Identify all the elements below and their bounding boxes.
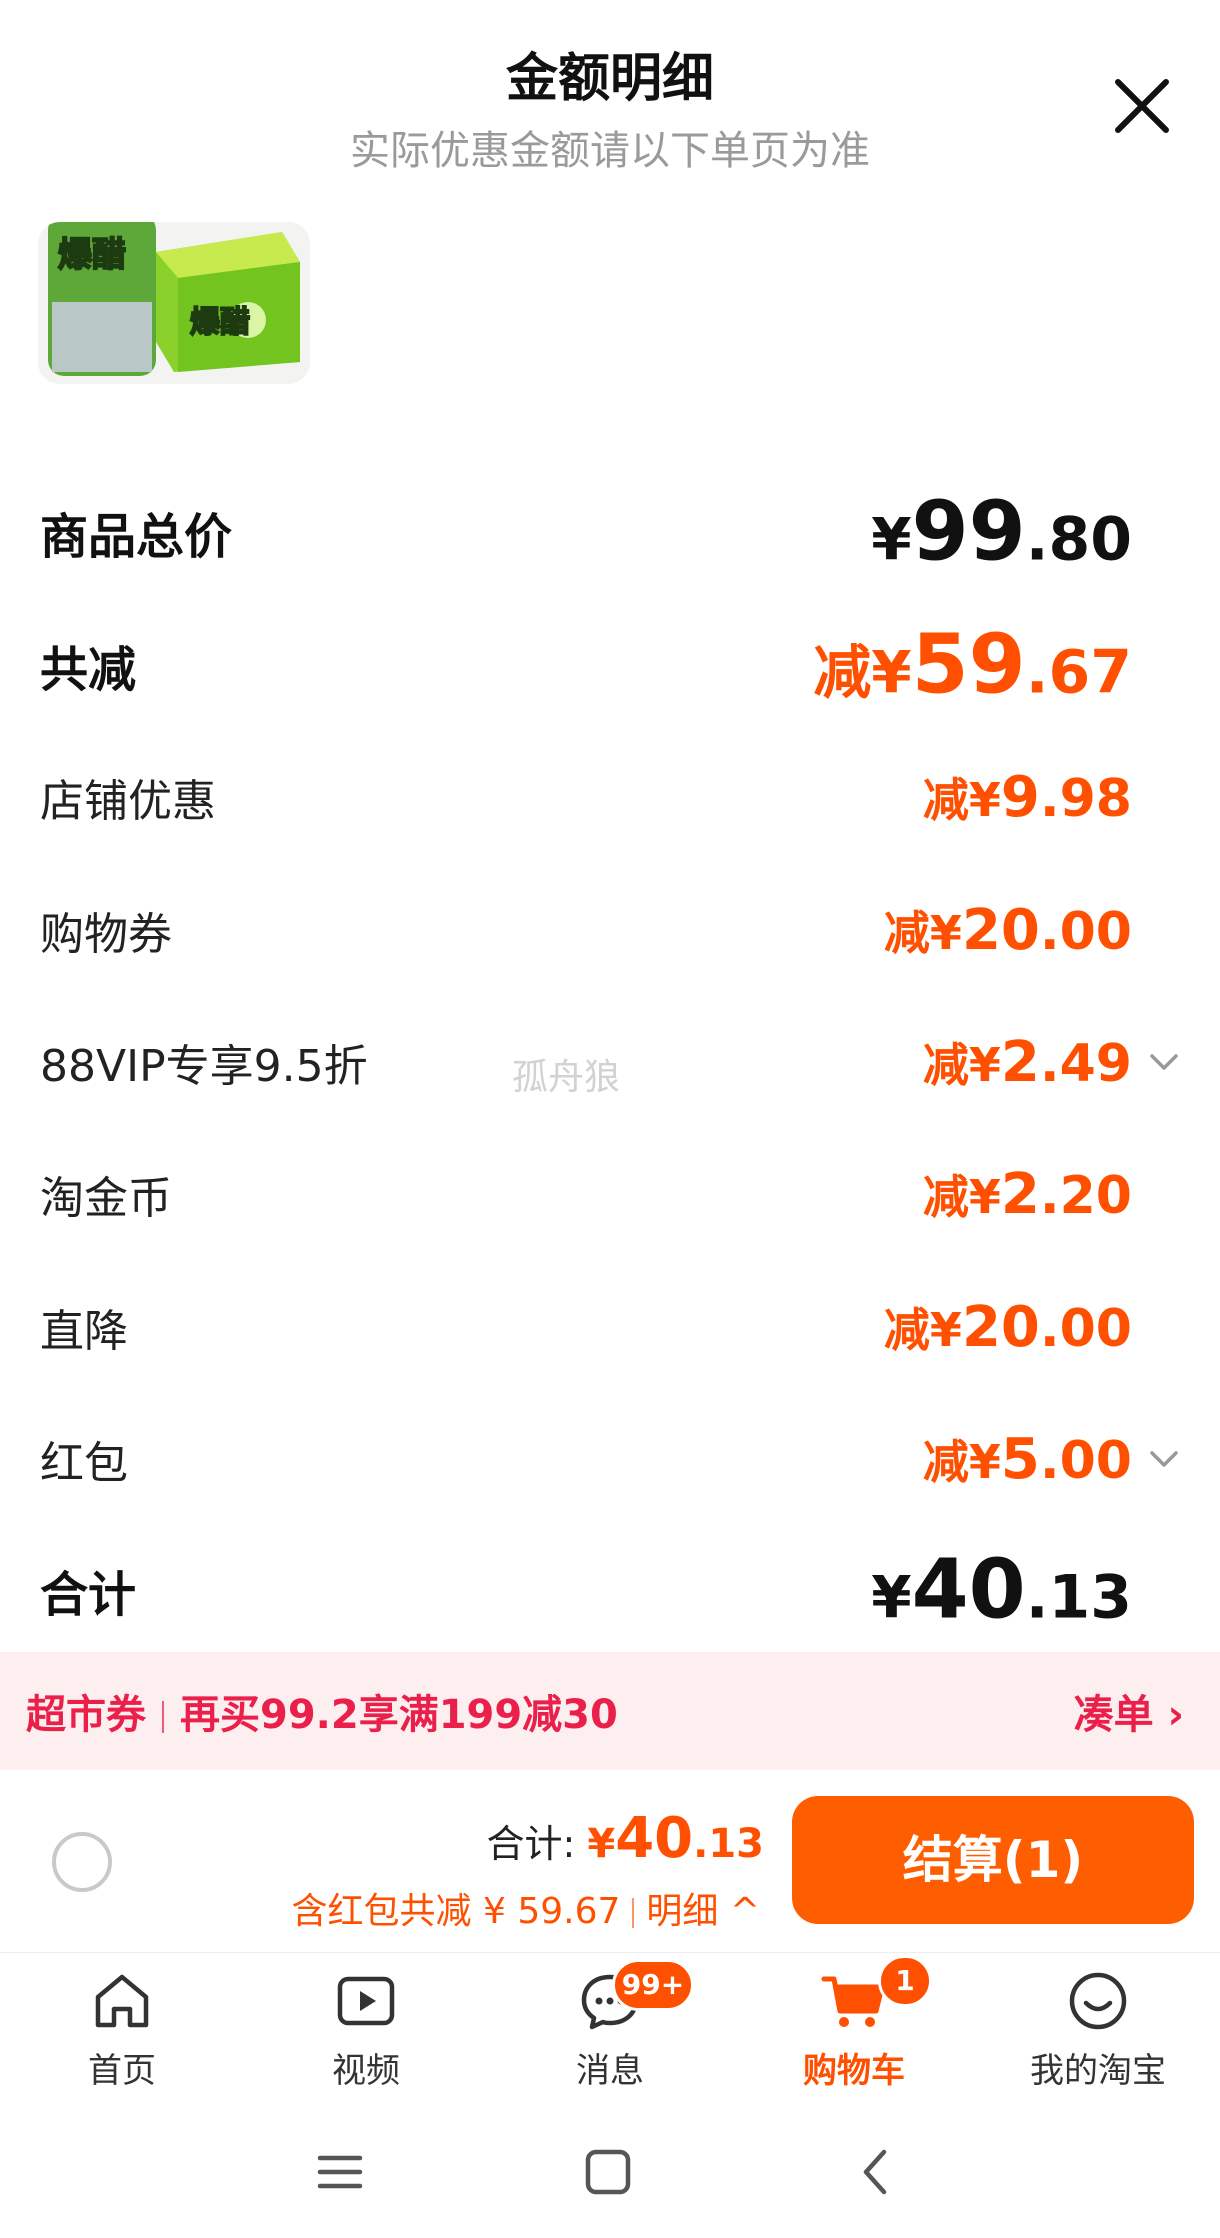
discount-label: 直降 (40, 1306, 128, 1357)
total-discount-amount: 减¥59.67 (813, 617, 1132, 713)
goods-total-label: 商品总价 (40, 509, 233, 565)
cart-badge: 1 (878, 1955, 932, 2007)
box-label-text: 爆醋 (190, 305, 250, 340)
promo-description: 再买99.2享满199减30 (180, 1692, 618, 1738)
chevron-down-icon[interactable] (1146, 1044, 1182, 1080)
tab-cart[interactable]: 1 购物车 (732, 1953, 976, 2101)
tab-label: 首页 (88, 2051, 156, 2091)
promo-text: 超市券 再买99.2享满199减30 (26, 1682, 618, 1740)
discount-amount: 减¥20.00 (883, 1295, 1132, 1360)
profile-icon (1069, 1972, 1127, 2030)
discount-amount: 减¥5.00 (922, 1427, 1132, 1492)
discount-label: 淘金币 (40, 1173, 172, 1224)
bottle-label-text: 爆醋 (58, 235, 126, 275)
select-all-checkbox[interactable] (52, 1832, 112, 1892)
video-icon (337, 1976, 395, 2026)
sheet-subtitle: 实际优惠金额请以下单页为准 (350, 128, 870, 174)
discount-label: 88VIP专享9.5折 (40, 1041, 368, 1092)
grand-total-label: 合计 (40, 1567, 137, 1623)
discount-amount: 减¥2.20 (922, 1162, 1132, 1227)
grand-total-row: 合计 ¥40.13 (0, 1535, 1220, 1645)
discount-label: 店铺优惠 (40, 776, 216, 827)
total-discount-label: 共减 (40, 642, 137, 698)
home-square-icon[interactable] (578, 2142, 638, 2202)
tab-video[interactable]: 视频 (244, 1953, 488, 2101)
tab-messages[interactable]: 99+ 消息 (488, 1953, 732, 2101)
total-discount-row: 共减 减¥59.67 (0, 610, 1220, 720)
goods-total-amount: ¥99.80 (871, 484, 1132, 580)
discount-row-shop: 店铺优惠 减¥9.98 (0, 742, 1220, 852)
discount-row-taojinbi: 淘金币 减¥2.20 (0, 1139, 1220, 1249)
promo-divider (162, 1701, 164, 1733)
checkout-discount-summary: 含红包共减 ¥ 59.67 明细 ^ (292, 1882, 760, 1934)
discount-amount: 减¥2.49 (922, 1030, 1132, 1095)
bottom-tab-bar: 首页 视频 99+ 消息 1 购物车 我的淘宝 (0, 1952, 1220, 2101)
checkout-button[interactable]: 结算(1) (792, 1796, 1194, 1924)
discount-label: 红包 (40, 1438, 128, 1489)
grand-total-amount: ¥40.13 (871, 1542, 1132, 1638)
close-button[interactable] (1108, 72, 1176, 140)
tab-label: 消息 (576, 2051, 644, 2091)
messages-badge: 99+ (612, 1959, 694, 2011)
goods-total-row: 商品总价 ¥99.80 (0, 477, 1220, 587)
discount-row-direct: 直降 减¥20.00 (0, 1272, 1220, 1382)
discount-amount: 减¥20.00 (883, 898, 1132, 963)
checkout-total-label: 合计: (486, 1822, 576, 1866)
divider (632, 1898, 635, 1928)
home-icon (95, 1974, 149, 2028)
discount-amount: 减¥9.98 (922, 765, 1132, 830)
menu-icon[interactable] (310, 2142, 370, 2202)
watermark-text: 孤舟狼 (512, 1057, 621, 1098)
promo-tag: 超市券 (26, 1692, 146, 1738)
soda-box-image: 爆醋 爆醋 (38, 222, 310, 384)
tab-label: 我的淘宝 (1030, 2051, 1166, 2091)
tab-home[interactable]: 首页 (0, 1953, 244, 2101)
detail-toggle-link[interactable]: 明细 ^ (646, 1891, 760, 1932)
tab-label: 购物车 (803, 2051, 905, 2091)
checkout-total: 合计: ¥40.13 (486, 1806, 764, 1871)
checkout-bar: 合计: ¥40.13 含红包共减 ¥ 59.67 明细 ^ 结算(1) (0, 1770, 1220, 1952)
discount-row-redpacket[interactable]: 红包 减¥5.00 (0, 1404, 1220, 1514)
back-icon[interactable] (846, 2142, 906, 2202)
discount-row-coupon: 购物券 减¥20.00 (0, 875, 1220, 985)
system-navigation-bar (0, 2100, 1220, 2238)
add-items-link[interactable]: 凑单 › (1074, 1682, 1184, 1740)
checkout-total-amount: ¥40.13 (587, 1806, 764, 1871)
product-thumbnail: 爆醋 爆醋 (38, 222, 310, 384)
checkout-discount-text: 含红包共减 ¥ 59.67 (291, 1891, 621, 1932)
discount-label: 购物券 (40, 909, 172, 960)
close-icon (1115, 79, 1169, 133)
tab-my-taobao[interactable]: 我的淘宝 (976, 1953, 1220, 2101)
sheet-header: 金额明细 实际优惠金额请以下单页为准 (0, 0, 1220, 200)
chevron-down-icon[interactable] (1146, 1441, 1182, 1477)
supermarket-coupon-banner[interactable]: 超市券 再买99.2享满199减30 凑单 › (0, 1652, 1220, 1770)
sheet-title: 金额明细 (505, 49, 714, 109)
tab-label: 视频 (332, 2051, 400, 2091)
